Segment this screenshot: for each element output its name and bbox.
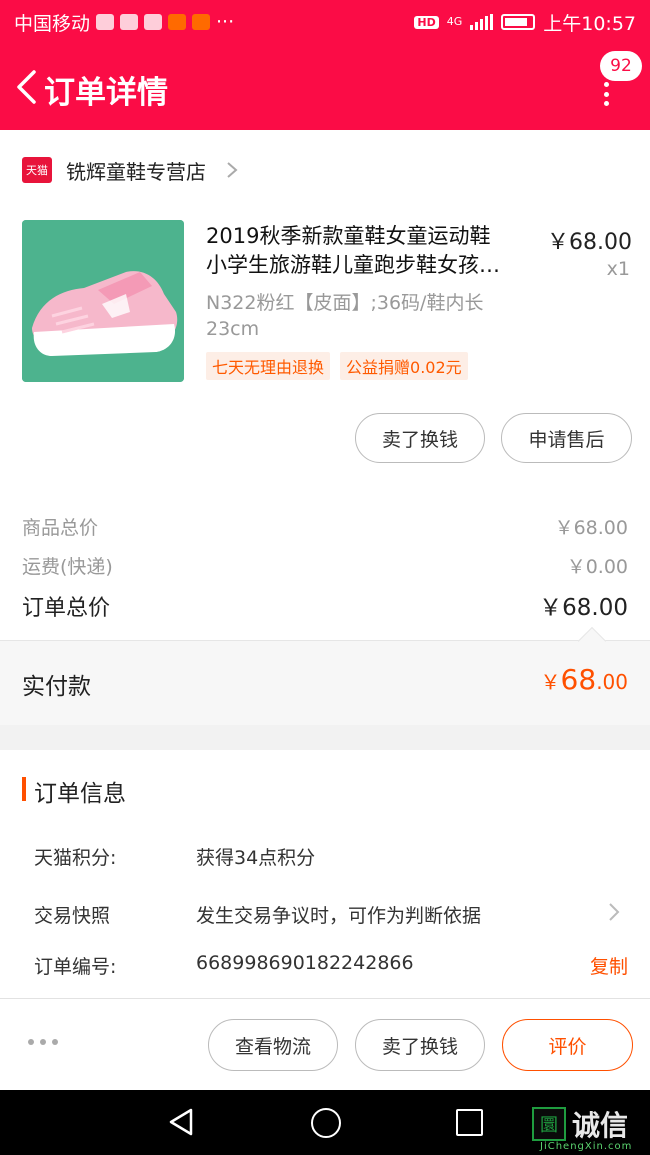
- hd-badge: HD: [414, 15, 439, 29]
- more-notifications-icon: ···: [216, 11, 235, 33]
- battery-icon: [501, 14, 536, 30]
- tag-charity: 公益捐赠0.02元: [340, 352, 468, 380]
- sell-for-cash-button[interactable]: 卖了换钱: [355, 413, 485, 463]
- product-title[interactable]: 2019秋季新款童鞋女童运动鞋 小学生旅游鞋儿童跑步鞋女孩…: [206, 222, 532, 280]
- carrier-label: 中国移动: [14, 12, 91, 35]
- shop-name: 铣辉童鞋专营店: [66, 159, 206, 184]
- nav-recents-icon[interactable]: [456, 1109, 483, 1136]
- product-title-line1: 2019秋季新款童鞋女童运动鞋: [206, 224, 491, 248]
- view-logistics-button[interactable]: 查看物流: [208, 1019, 338, 1071]
- more-menu-icon[interactable]: [598, 82, 614, 106]
- message-count-badge[interactable]: 92: [600, 51, 642, 81]
- chevron-right-icon[interactable]: [608, 902, 620, 922]
- watermark-subtext: JiChengXin.com: [540, 1141, 633, 1152]
- clock: 上午10:57: [543, 12, 636, 35]
- chevron-right-icon: [227, 162, 238, 178]
- points-label: 天猫积分:: [34, 847, 117, 869]
- network-type: 4G: [446, 15, 463, 28]
- review-button[interactable]: 评价: [502, 1019, 633, 1071]
- goods-total-label: 商品总价: [22, 517, 99, 539]
- paid-integer: 68: [560, 663, 597, 696]
- product-sku: N322粉红【皮面】;36码/鞋内长23cm: [206, 292, 484, 340]
- product-price: ￥68.00: [547, 230, 632, 255]
- section-accent-bar: [22, 777, 26, 801]
- pulse-notification-icon: [96, 14, 115, 30]
- shop-row[interactable]: 天猫 铣辉童鞋专营店: [22, 150, 238, 190]
- watermark-text: 诚信: [572, 1109, 629, 1142]
- sell-for-cash-button[interactable]: 卖了换钱: [355, 1019, 485, 1071]
- order-info-card: 订单信息 天猫积分: 获得34点积分 交易快照 发生交易争议时，可作为判断依据 …: [0, 750, 650, 998]
- snapshot-value[interactable]: 发生交易争议时，可作为判断依据: [196, 901, 481, 928]
- order-total-label: 订单总价: [22, 596, 111, 621]
- paid-amount-row: 实付款 ￥68.00: [0, 626, 650, 725]
- paid-currency: ￥: [540, 670, 561, 694]
- weibo-notification-icon: [144, 14, 163, 30]
- notch-pointer: [577, 626, 607, 656]
- heart-notification-icon: [192, 14, 211, 30]
- status-bar: 中国移动 ··· HD 4G 上午10:57: [0, 0, 650, 44]
- tag-return-policy: 七天无理由退换: [206, 352, 331, 380]
- copy-order-number-button[interactable]: 复制: [590, 952, 628, 979]
- watermark-mark: 圜: [532, 1107, 566, 1141]
- paid-decimal: .00: [596, 670, 628, 694]
- after-sales-button[interactable]: 申请售后: [501, 413, 632, 463]
- section-title: 订单信息: [34, 781, 126, 807]
- signal-icon: [470, 14, 494, 30]
- order-number-label: 订单编号:: [34, 956, 117, 978]
- title-bar: 订单详情 92: [0, 44, 650, 130]
- document-notification-icon: [120, 14, 139, 30]
- service-tags: 七天无理由退换 公益捐赠0.02元: [206, 352, 468, 380]
- product-quantity: x1: [606, 258, 630, 280]
- paid-label: 实付款: [22, 674, 91, 700]
- pink-sneaker-icon: [22, 220, 184, 382]
- watermark-logo: 圜 诚信: [532, 1104, 628, 1144]
- video-notification-icon: [168, 14, 187, 30]
- tmall-logo-icon: 天猫: [22, 157, 52, 183]
- goods-total-value: ￥68.00: [554, 517, 628, 539]
- order-card: 天猫 铣辉童鞋专营店 2019秋季新款童鞋女童运动鞋 小学生旅游鞋儿童跑步鞋女孩…: [0, 130, 650, 725]
- points-value: 获得34点积分: [196, 847, 316, 869]
- shipping-value: ￥0.00: [566, 556, 628, 578]
- nav-home-icon[interactable]: [311, 1108, 341, 1138]
- snapshot-label[interactable]: 交易快照: [34, 901, 110, 928]
- product-title-line2: 小学生旅游鞋儿童跑步鞋女孩…: [206, 253, 500, 277]
- order-total-value: ￥68.00: [539, 595, 628, 621]
- page-title: 订单详情: [44, 75, 168, 111]
- paid-value: ￥68.00: [541, 663, 628, 696]
- shipping-label: 运费(快递): [22, 556, 113, 578]
- order-number-value: 668998690182242866: [196, 952, 414, 974]
- bottom-action-bar: 查看物流 卖了换钱 评价: [0, 998, 650, 1090]
- nav-back-icon[interactable]: [167, 1107, 195, 1137]
- back-arrow-icon[interactable]: [14, 69, 42, 105]
- more-actions-icon[interactable]: [28, 1039, 58, 1045]
- product-image[interactable]: [22, 220, 184, 382]
